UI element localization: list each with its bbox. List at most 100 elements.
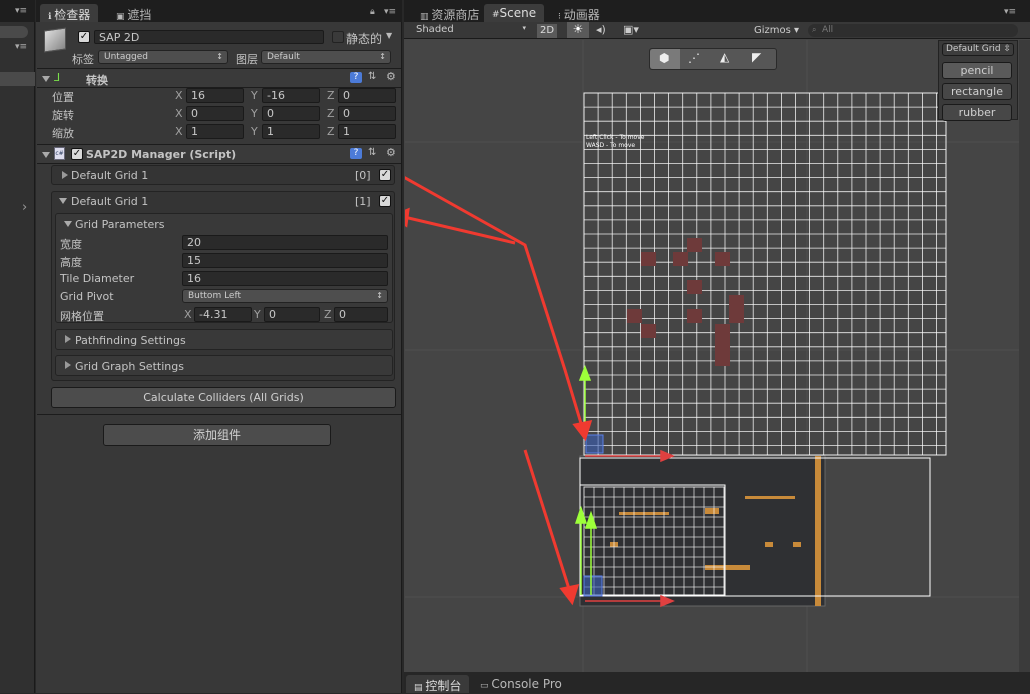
tile-diameter-field[interactable]: 16 (182, 271, 388, 286)
lighting-icon[interactable]: ☀ (567, 22, 589, 38)
tab-animator[interactable]: ⁝ 动画器 (550, 4, 608, 22)
grid-pivot-label: Grid Pivot (60, 290, 114, 303)
expand-chevron-icon[interactable]: › (22, 200, 27, 215)
tab-scene[interactable]: #Scene (484, 4, 545, 22)
scale-z-field[interactable]: 1 (338, 124, 396, 139)
pathfinding-grid-large (583, 92, 947, 456)
width-field[interactable]: 20 (182, 235, 388, 250)
preset-icon[interactable]: ⇅ (368, 147, 376, 158)
tab-console-pro-label: Console Pro (491, 677, 562, 691)
grid-position-label: 网格位置 (60, 310, 104, 323)
panel-menu-icon[interactable]: ▾≡ (384, 7, 396, 17)
rotation-label: 旋转 (52, 109, 74, 122)
tab-console[interactable]: ▤ 控制台 (406, 675, 470, 693)
grid-pivot-dropdown[interactable]: Buttom Left (182, 289, 388, 303)
fold-arrow-icon[interactable] (59, 198, 67, 204)
tab-asset-store-label: 资源商店 (431, 8, 480, 22)
fold-arrow-icon[interactable] (42, 76, 50, 82)
axis-y-label: Y (251, 125, 258, 138)
calculate-colliders-button[interactable]: Calculate Colliders (All Grids) (51, 387, 396, 408)
grid1-title: Default Grid 1 (71, 195, 149, 208)
static-checkbox[interactable] (332, 31, 344, 43)
help-icon[interactable]: ? (350, 72, 362, 83)
flag-tool-icon[interactable]: ◤ (752, 50, 761, 64)
scene-viewport[interactable]: Left Click - To move WASD - To move (405, 40, 1030, 672)
position-z-field[interactable]: 0 (338, 88, 396, 103)
axis-x-label: X (175, 125, 183, 138)
tab-occlusion[interactable]: ▣ 遮挡 (108, 4, 159, 22)
axis-z-label: Z (327, 89, 335, 102)
tab-asset-store[interactable]: ▥ 资源商店 (412, 4, 487, 22)
collapsed-arrow-icon[interactable] (62, 171, 68, 179)
lock-icon[interactable]: 🔒︎ (370, 7, 375, 17)
nodes-tool-icon[interactable]: ⋰ (688, 51, 700, 65)
mode-2d-toggle[interactable]: 2D (537, 24, 557, 38)
collapsed-arrow-icon[interactable] (65, 361, 71, 369)
fold-arrow-icon[interactable] (42, 152, 50, 158)
script-enabled-checkbox[interactable]: ✓ (71, 148, 83, 160)
grid-position-z-field[interactable]: 0 (334, 307, 388, 322)
console-icon: ▤ (414, 683, 426, 693)
panel-menu-icon[interactable]: ▾≡ (15, 6, 27, 16)
axis-z-label: Z (324, 308, 332, 321)
console-pro-icon: ▭ (480, 681, 492, 691)
effects-icon[interactable]: ▣▾ (623, 23, 639, 36)
gear-icon[interactable]: ⚙ (386, 146, 396, 159)
panel-menu-icon[interactable]: ▾≡ (15, 42, 27, 52)
static-dropdown-icon[interactable]: ▼ (386, 31, 392, 40)
tab-console-pro[interactable]: ▭ Console Pro (472, 675, 570, 693)
collapsed-arrow-icon[interactable] (65, 335, 71, 343)
height-field[interactable]: 15 (182, 253, 388, 268)
scene-search-input[interactable]: ⌕ All (808, 24, 1018, 37)
dropdown-arrow-icon: ⇳ (1003, 44, 1011, 54)
cube-tool-button[interactable]: ⬢ (650, 49, 680, 69)
position-x-field[interactable]: 16 (186, 88, 244, 103)
fold-arrow-icon[interactable] (64, 221, 72, 227)
active-checkbox[interactable]: ✓ (78, 31, 90, 43)
audio-icon[interactable]: ◂) (596, 23, 606, 36)
script-title: SAP2D Manager (Script) (86, 148, 237, 161)
panel-menu-icon[interactable]: ▾≡ (1004, 7, 1016, 17)
grid0-enabled-checkbox[interactable]: ✓ (379, 169, 391, 181)
rectangle-button[interactable]: rectangle (942, 83, 1012, 100)
scale-x-field[interactable]: 1 (186, 124, 244, 139)
left-collapsed-panel: ▾≡ ▾≡ › (0, 0, 35, 693)
grid-position-x-field[interactable]: -4.31 (194, 307, 252, 322)
search-icon: ⌕ (812, 25, 817, 34)
axis-x-label: X (184, 308, 192, 321)
transform-axes-icon: ⅃ (54, 71, 61, 84)
object-name-field[interactable]: SAP 2D (94, 30, 324, 44)
height-label: 高度 (60, 256, 82, 269)
gear-icon[interactable]: ⚙ (386, 70, 396, 83)
help-icon[interactable]: ? (350, 148, 362, 159)
rotation-x-field[interactable]: 0 (186, 106, 244, 121)
tag-dropdown[interactable]: Untagged (98, 50, 228, 64)
static-label: 静态的 (346, 32, 383, 46)
layer-label: 图层 (236, 53, 258, 66)
preset-icon[interactable]: ⇅ (368, 71, 376, 82)
pencil-button[interactable]: pencil (942, 62, 1012, 79)
grid1-index: [1] (355, 195, 371, 208)
rotation-z-field[interactable]: 0 (338, 106, 396, 121)
cube-icon: ⬢ (659, 51, 670, 65)
tab-animator-label: 动画器 (563, 8, 600, 22)
scale-y-field[interactable]: 1 (262, 124, 320, 139)
layer-dropdown[interactable]: Default (261, 50, 391, 64)
left-selected-row[interactable] (0, 72, 35, 86)
tab-inspector[interactable]: ℹ 检查器 (40, 4, 99, 22)
gizmos-dropdown[interactable]: Gizmos ▾ (754, 25, 799, 36)
grid-position-y-field[interactable]: 0 (264, 307, 320, 322)
rubber-button[interactable]: rubber (942, 104, 1012, 121)
add-component-button[interactable]: 添加组件 (103, 424, 331, 446)
pencil-tool-icon[interactable]: ◭ (720, 50, 729, 64)
tag-label: 标签 (72, 53, 94, 66)
grid1-enabled-checkbox[interactable]: ✓ (379, 195, 391, 207)
grid-select-dropdown[interactable]: Default Grid ⇳ (942, 43, 1014, 56)
shading-dropdown[interactable]: Shaded ▾ (412, 24, 530, 38)
rotation-y-field[interactable]: 0 (262, 106, 320, 121)
dropdown-arrow-icon: ▾ (522, 24, 526, 32)
left-search-stub[interactable] (0, 26, 28, 38)
gameobject-cube-icon (44, 27, 66, 53)
origin-marker (583, 575, 603, 597)
position-y-field[interactable]: -16 (262, 88, 320, 103)
